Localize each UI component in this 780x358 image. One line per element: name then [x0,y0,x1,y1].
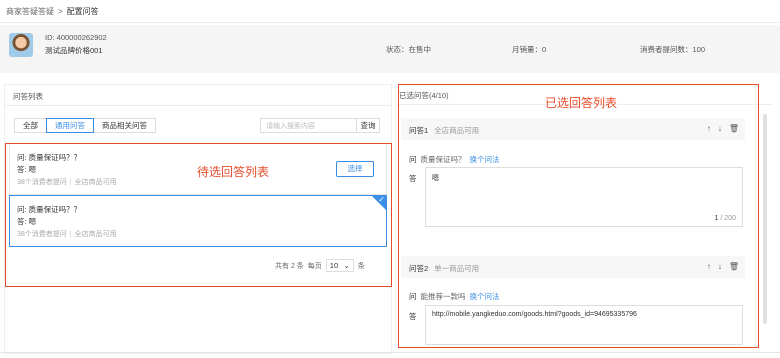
product-id: ID: 400000262902 [45,33,107,42]
search-input[interactable]: 请输入搜索内容 [260,118,357,133]
breadcrumb-current: 配置问答 [66,7,99,16]
product-monthly-sales: 月销量：0 [512,45,547,54]
breadcrumb-separator: > [58,7,63,16]
selected-list-highlight [398,84,759,348]
header-divider [0,22,780,23]
qa-list-divider [5,105,391,106]
tab-product-qa[interactable]: 商品相关问答 [93,118,156,133]
footer-divider [0,352,780,353]
candidate-list-highlight [5,143,392,287]
product-status: 状态：在售中 [386,45,431,54]
search-button[interactable]: 查询 [356,118,380,133]
product-thumbnail [9,33,33,57]
qa-tabs: 全部 通用问答 商品相关问答 [14,118,156,133]
tab-all[interactable]: 全部 [14,118,47,133]
product-question-count: 消费者提问数：100 [640,45,706,54]
product-info-bar: ID: 400000262902 测试品牌价格001 状态：在售中 月销量：0 … [0,25,780,73]
panel-scrollbar[interactable] [763,114,767,324]
qa-list-title: 问答列表 [13,92,43,101]
breadcrumb: 商家答疑答疑 > 配置问答 [6,6,99,17]
product-name: 测试品牌价格001 [45,46,103,55]
breadcrumb-parent[interactable]: 商家答疑答疑 [6,6,54,17]
tab-general-qa[interactable]: 通用问答 [46,118,94,133]
